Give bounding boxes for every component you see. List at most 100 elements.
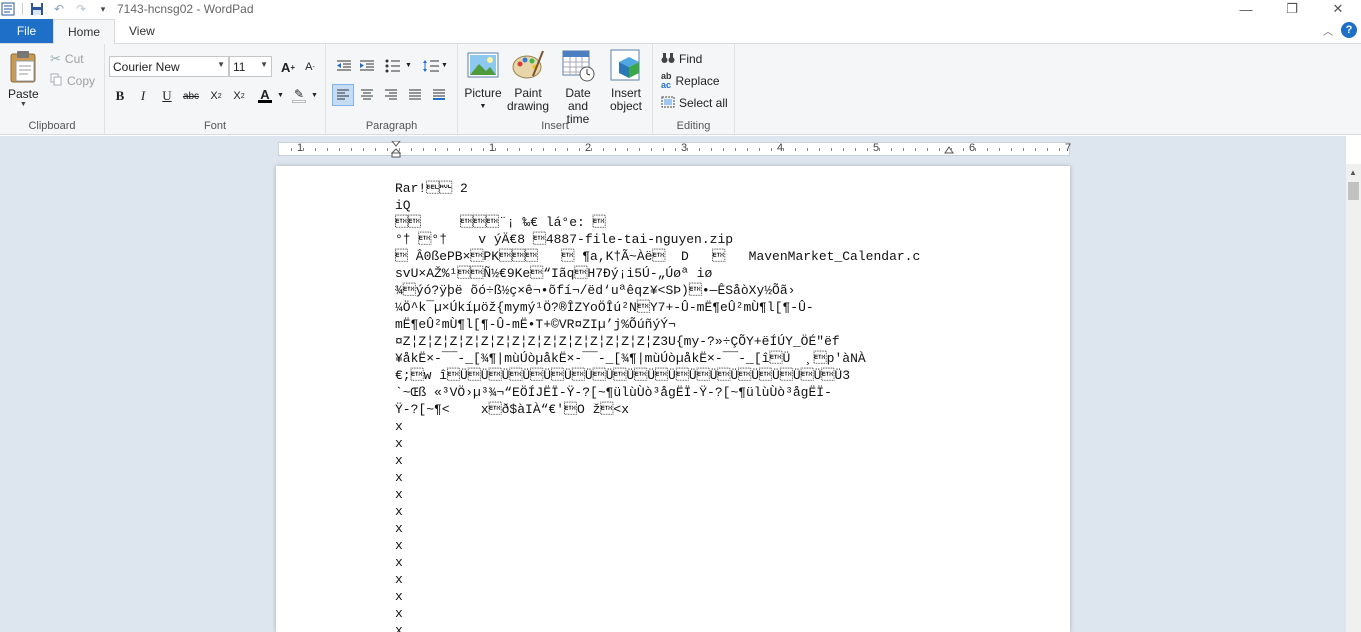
wordpad-app-icon[interactable] <box>0 1 16 17</box>
undo-icon[interactable]: ↶ <box>51 1 67 17</box>
bullets-dropdown-icon[interactable]: ▼ <box>405 62 412 69</box>
insert-object-button[interactable]: Insert object <box>608 48 644 113</box>
replace-button[interactable]: ab ac Replace <box>661 71 720 91</box>
font-size-combo[interactable]: 11 ▼ <box>229 56 272 77</box>
paste-icon <box>10 51 36 83</box>
decrease-indent-button[interactable] <box>333 55 355 77</box>
document-line: x <box>395 538 403 553</box>
highlight-color-button[interactable]: ✎ <box>288 85 310 107</box>
italic-button[interactable]: I <box>132 85 154 107</box>
picture-dropdown-icon[interactable]: ▼ <box>480 100 487 113</box>
align-right-icon <box>385 89 397 100</box>
font-size-dropdown-icon[interactable]: ▼ <box>260 60 268 69</box>
document-line: x <box>395 419 403 434</box>
paragraph-dialog-button[interactable] <box>428 84 450 106</box>
shrink-font-button[interactable]: A- <box>299 56 321 78</box>
document-line: x <box>395 623 403 632</box>
justify-icon <box>409 89 421 100</box>
font-family-value: Courier New <box>113 59 180 74</box>
ruler-tick <box>711 148 712 151</box>
paste-button[interactable]: Paste ▼ <box>8 50 39 108</box>
clipboard-group-label: Clipboard <box>28 120 76 132</box>
font-family-combo[interactable]: Courier New ▼ <box>109 56 229 77</box>
copy-button[interactable]: Copy <box>50 71 95 91</box>
title-bar: ↶ ↷ ▾ 7143-hcnsg02 - WordPad — ❐ ✕ <box>0 0 1361 18</box>
save-icon[interactable] <box>29 1 45 17</box>
left-indent-marker[interactable] <box>390 140 402 162</box>
redo-icon[interactable]: ↷ <box>73 1 89 17</box>
ruler-tick <box>495 148 496 151</box>
date-time-button[interactable]: Date and time <box>554 48 602 126</box>
minimize-ribbon-icon[interactable]: ︿ <box>1323 23 1333 38</box>
bullets-button[interactable] <box>382 55 404 77</box>
picture-button[interactable]: Picture ▼ <box>464 48 502 113</box>
align-center-button[interactable] <box>356 84 378 106</box>
increase-indent-icon <box>360 60 374 71</box>
ruler-tick <box>435 148 436 151</box>
horizontal-ruler[interactable]: 1 1 2 3 4 5 6 7 <box>278 140 1071 159</box>
font-family-dropdown-icon[interactable]: ▼ <box>217 60 225 69</box>
ruler-tick <box>987 148 988 151</box>
find-button[interactable]: Find <box>661 49 702 69</box>
ruler-tick <box>723 148 724 151</box>
document-line: ¤Z¦Z¦Z¦Z¦Z¦Z¦Z¦Z¦Z¦Z¦Z¦Z¦Z¦Z¦Z¦Z¦Z3U{my-… <box>395 334 840 349</box>
strikethrough-button[interactable]: abc <box>180 85 202 107</box>
ruler-tick <box>891 148 892 151</box>
align-right-button[interactable] <box>380 84 402 106</box>
underline-button[interactable]: U <box>156 85 178 107</box>
scroll-up-arrow-icon[interactable]: ▲ <box>1349 168 1357 177</box>
ruler-tick <box>423 148 424 151</box>
help-icon[interactable]: ? <box>1341 22 1357 38</box>
cut-button[interactable]: ✂ Cut <box>50 49 84 69</box>
ruler-tick <box>651 148 652 151</box>
document-text[interactable]: Rar!  2 iQ  ¨¡ ‰€ lá°e:  °† °† v ýÄ… <box>395 180 920 632</box>
document-line: x <box>395 521 403 536</box>
increase-indent-button[interactable] <box>356 55 378 77</box>
insert-object-icon <box>610 49 640 81</box>
select-all-button[interactable]: Select all <box>661 93 728 113</box>
ruler-tick <box>675 148 676 151</box>
tab-view[interactable]: View <box>115 19 169 43</box>
find-label: Find <box>679 52 703 66</box>
close-button[interactable]: ✕ <box>1315 0 1361 18</box>
ruler-tick <box>699 148 700 151</box>
tab-file[interactable]: File <box>0 19 53 43</box>
font-color-button[interactable]: A <box>254 85 276 107</box>
grow-font-button[interactable]: A + <box>277 56 299 78</box>
ruler-tick <box>603 148 604 151</box>
subscript-button[interactable]: X2 <box>205 85 227 107</box>
highlight-dropdown-icon[interactable]: ▼ <box>311 92 318 99</box>
document-line: x <box>395 436 403 451</box>
font-group-label: Font <box>203 120 226 132</box>
line-spacing-button[interactable] <box>420 55 442 77</box>
document-line: x <box>395 470 403 485</box>
highlighter-icon: ✎ <box>293 87 305 101</box>
window-title: 7143-hcnsg02 - WordPad <box>117 2 254 16</box>
scissors-icon: ✂ <box>50 51 61 66</box>
ruler-tick <box>543 148 544 151</box>
line-spacing-dropdown-icon[interactable]: ▼ <box>441 62 448 69</box>
minimize-button[interactable]: — <box>1223 0 1269 18</box>
document-line: €;w îÜÜÜÜÜÜÜÜÜÜÜÜÜÜÜÜÜ… <box>395 368 851 383</box>
align-left-button[interactable] <box>332 84 354 106</box>
font-size-value: 11 <box>233 59 246 74</box>
superscript-button[interactable]: X2 <box>228 85 250 107</box>
bold-button[interactable]: B <box>109 85 131 107</box>
document-line: Ÿ-?[~¶< xð$àIÀ“€'O ž<x <box>395 402 630 417</box>
document-line: ¥åkË×-¯¯-_[¾¶|mùÚòµåkË×-¯¯-_[¾¶|mùÚòµåkË… <box>395 351 866 366</box>
document-line: mË¶eÛ²mÙ¶l[¶-Û-mË•T+©VR¤ZIµ’j%ÕúñýÝ¬ <box>395 317 676 332</box>
tab-home[interactable]: Home <box>53 19 116 44</box>
justify-button[interactable] <box>404 84 426 106</box>
font-group: Courier New ▼ 11 ▼ A + A- B I U abc X2 X2… <box>105 44 326 135</box>
font-color-dropdown-icon[interactable]: ▼ <box>277 92 284 99</box>
scrollbar-thumb[interactable] <box>1348 182 1359 200</box>
customize-qat-icon[interactable]: ▾ <box>95 1 111 17</box>
paste-dropdown-icon[interactable]: ▼ <box>20 101 27 108</box>
paint-drawing-button[interactable]: Paint drawing <box>506 48 550 113</box>
right-indent-marker[interactable] <box>944 145 954 159</box>
document-page[interactable]: Rar!  2 iQ  ¨¡ ‰€ lá°e:  °† °† v ýÄ… <box>276 166 1070 632</box>
document-line: iQ <box>395 198 411 213</box>
maximize-button[interactable]: ❐ <box>1269 0 1315 18</box>
vertical-scrollbar[interactable]: ▲ <box>1346 164 1361 632</box>
insert-object-label-2: object <box>609 99 643 113</box>
